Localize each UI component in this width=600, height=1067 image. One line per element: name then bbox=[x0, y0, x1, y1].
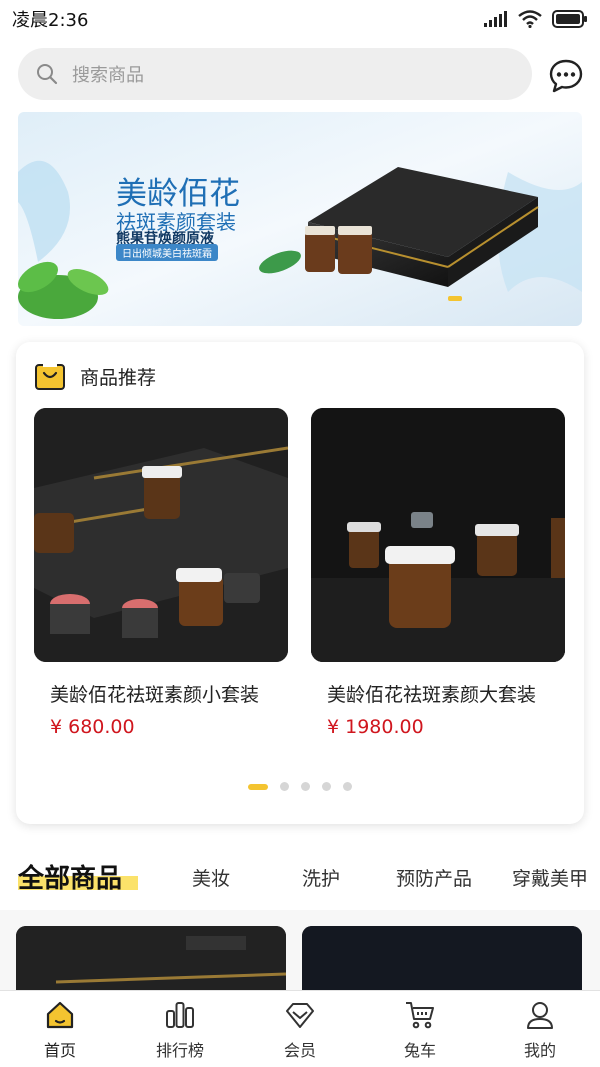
cart-icon bbox=[406, 1002, 434, 1029]
product-price: ¥ 680.00 bbox=[50, 716, 135, 738]
user-icon bbox=[527, 1002, 553, 1029]
recommend-card: 商品推荐 美龄佰花祛斑素颜小套装 ¥ 680.00 美龄佰花祛斑素颜大套装 ¥ … bbox=[16, 342, 584, 824]
status-time: 凌晨2:36 bbox=[12, 10, 89, 31]
tab-home[interactable]: 首页 bbox=[0, 991, 120, 1067]
product-name: 美龄佰花祛斑素颜小套装 bbox=[50, 684, 260, 706]
banner-tag: 日出倾城美白祛斑霜 bbox=[116, 244, 218, 261]
ranking-icon bbox=[166, 1002, 194, 1028]
tab-cart[interactable]: 兔车 bbox=[360, 991, 480, 1067]
product-name: 美龄佰花祛斑素颜大套装 bbox=[327, 684, 537, 706]
search-input[interactable]: 搜索商品 bbox=[18, 48, 532, 100]
tab-makeup[interactable]: 美妆 bbox=[192, 864, 230, 891]
status-bar: 凌晨2:36 bbox=[0, 0, 600, 38]
carousel-pager bbox=[16, 782, 584, 791]
shopping-bag-icon bbox=[35, 363, 65, 390]
recommend-header: 商品推荐 bbox=[34, 360, 156, 392]
wifi-icon bbox=[518, 10, 542, 28]
pager-dot[interactable] bbox=[343, 782, 352, 791]
tab-label: 排行榜 bbox=[155, 1041, 204, 1060]
pager-dot[interactable] bbox=[248, 783, 268, 790]
search-placeholder: 搜索商品 bbox=[72, 65, 144, 86]
battery-icon bbox=[552, 10, 587, 28]
bottom-tab-bar: 首页 排行榜 会员 兔车 我的 bbox=[0, 990, 600, 1067]
status-icons bbox=[484, 10, 588, 28]
tab-all-products[interactable]: 全部商品 bbox=[18, 858, 122, 895]
tab-nail[interactable]: 穿戴美甲 bbox=[512, 864, 588, 891]
pager-dot[interactable] bbox=[301, 782, 310, 791]
diamond-icon bbox=[286, 1003, 314, 1028]
promo-banner[interactable]: 美龄佰花 祛斑素颜套装 熊果苷焕颜原液 日出倾城美白祛斑霜 bbox=[18, 112, 582, 326]
grid-product-image[interactable] bbox=[16, 926, 286, 990]
search-row: 搜索商品 bbox=[0, 48, 600, 102]
product-grid bbox=[0, 910, 600, 990]
search-icon bbox=[37, 64, 58, 85]
pager-dot[interactable] bbox=[322, 782, 331, 791]
chat-bubble-icon[interactable] bbox=[548, 58, 584, 94]
tab-label: 会员 bbox=[283, 1041, 316, 1060]
grid-product-image[interactable] bbox=[302, 926, 582, 990]
tab-label: 我的 bbox=[523, 1041, 556, 1060]
product-card[interactable]: 美龄佰花祛斑素颜大套装 ¥ 1980.00 bbox=[311, 408, 579, 748]
tab-ranking[interactable]: 排行榜 bbox=[120, 991, 240, 1067]
tab-member[interactable]: 会员 bbox=[240, 991, 360, 1067]
pager-dot[interactable] bbox=[280, 782, 289, 791]
tab-label: 兔车 bbox=[403, 1041, 436, 1060]
product-card[interactable]: 美龄佰花祛斑素颜小套装 ¥ 680.00 bbox=[34, 408, 302, 748]
recommend-title: 商品推荐 bbox=[80, 366, 157, 389]
product-image bbox=[34, 408, 288, 662]
category-tabs: 全部商品 美妆 洗护 预防产品 穿戴美甲 bbox=[0, 848, 600, 904]
product-image bbox=[311, 408, 565, 662]
banner-graphic bbox=[18, 112, 582, 326]
home-icon bbox=[46, 1001, 74, 1029]
signal-icon bbox=[484, 11, 507, 27]
tab-prevention[interactable]: 预防产品 bbox=[396, 864, 472, 891]
tab-profile[interactable]: 我的 bbox=[480, 991, 600, 1067]
product-price: ¥ 1980.00 bbox=[327, 716, 424, 738]
tab-wash-care[interactable]: 洗护 bbox=[302, 864, 340, 891]
tab-label: 首页 bbox=[43, 1041, 76, 1060]
